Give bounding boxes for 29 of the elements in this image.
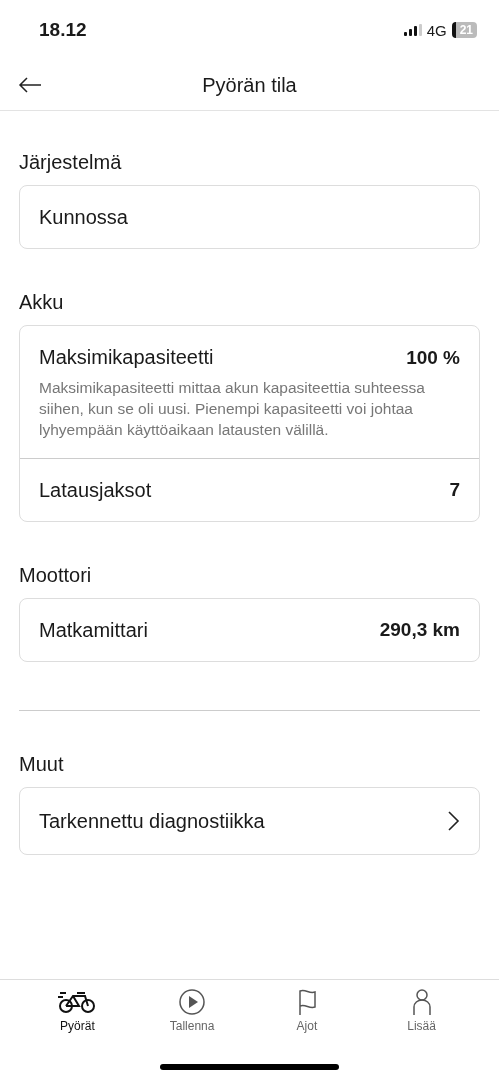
section-title: Akku [19,291,65,314]
row-description: Maksimikapasiteetti mittaa akun kapasiteettia suhteessa siihen, kun se oli uusi. Pienempi kapasiteetti voi johtaa lyhyempään käyttöaikaan latausten välillä. [39,378,426,440]
row-label: Kunnossa [39,205,128,229]
tab-item[interactable]: Lisää [376,980,467,1040]
tab-item[interactable]: Tallenna [147,980,238,1040]
row-label: Tarkennettu diagnostiikka [39,809,265,833]
network-label: 4G [426,21,447,39]
row-value: 7 [449,479,460,501]
section-title: Moottori [19,564,93,587]
tab-item[interactable]: Pyörät [32,980,123,1040]
signal-icon [403,24,422,36]
page-title: Pyörän tila [202,73,297,97]
row-label: Maksimikapasiteetti [39,346,214,369]
play-icon [179,989,205,1015]
flag-icon [299,989,316,1016]
row-value: 290,3 km [379,619,460,641]
row-label: Latausjaksot [39,478,152,502]
row-value: 100 % [406,346,460,369]
tab-item[interactable]: Ajot [261,980,352,1040]
section-title: Muut [19,753,65,776]
battery-icon: 21 [451,22,477,38]
section-title: Järjestelmä [19,151,123,174]
back-arrow-icon [18,77,42,93]
chevron-right-icon [448,811,460,831]
bicycle-icon [58,992,96,1013]
list-item[interactable]: Tarkennettu diagnostiikka [20,788,479,854]
person-icon [412,989,431,1016]
status-time: 18.12 [39,19,87,41]
row-label: Matkamittari [39,618,148,642]
